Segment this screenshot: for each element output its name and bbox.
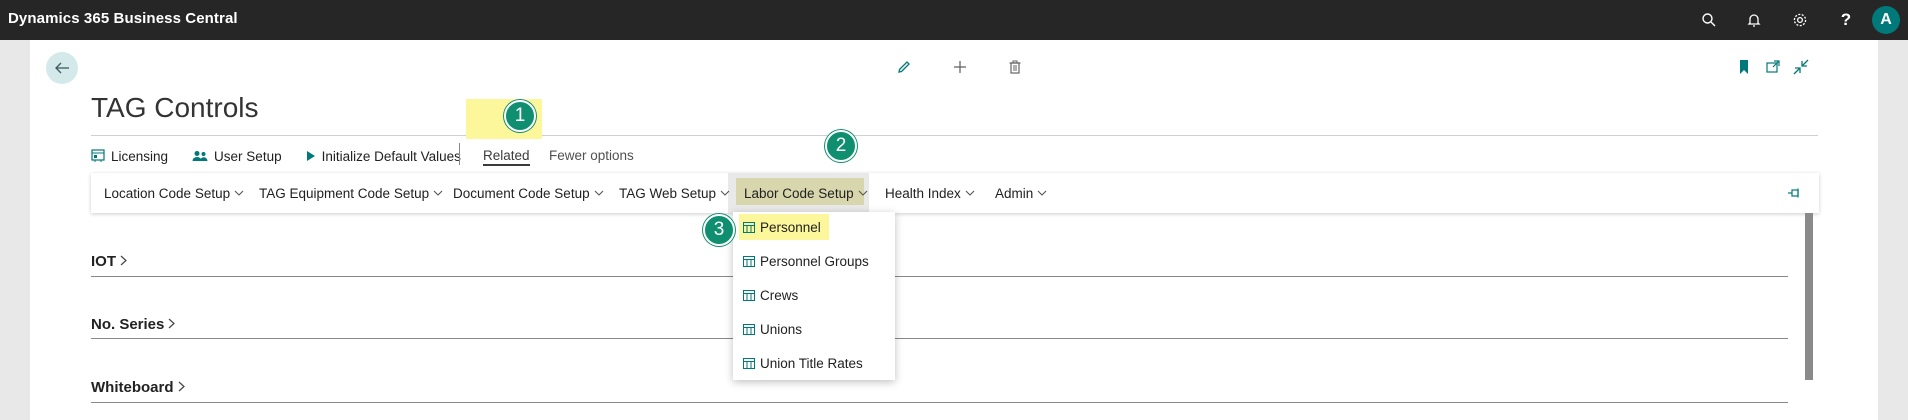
dropdown-item-personnel[interactable]: Personnel bbox=[739, 214, 829, 240]
pin-icon[interactable] bbox=[1787, 187, 1801, 202]
section-title: No. Series bbox=[91, 316, 165, 333]
app-top-bar: Dynamics 365 Business Central ? A bbox=[0, 0, 1908, 40]
back-button[interactable] bbox=[46, 52, 78, 84]
user-setup-label: User Setup bbox=[214, 148, 282, 164]
menu-health-index[interactable]: Health Index bbox=[885, 173, 975, 213]
edit-icon[interactable] bbox=[896, 59, 912, 80]
section-title: Whiteboard bbox=[91, 379, 174, 396]
dropdown-item-personnel-groups[interactable]: Personnel Groups bbox=[739, 248, 869, 274]
chevron-right-icon bbox=[168, 316, 176, 333]
table-icon bbox=[743, 289, 755, 301]
dropdown-item-label: Personnel Groups bbox=[760, 253, 869, 269]
menu-label: Admin bbox=[995, 185, 1034, 201]
dropdown-item-label: Unions bbox=[760, 321, 803, 337]
menu-document-code-setup[interactable]: Document Code Setup bbox=[453, 173, 604, 213]
menu-location-code-setup[interactable]: Location Code Setup bbox=[104, 173, 244, 213]
collapse-icon[interactable] bbox=[1793, 59, 1809, 80]
chevron-down-icon bbox=[858, 190, 868, 196]
users-icon bbox=[192, 150, 208, 162]
bookmark-icon[interactable] bbox=[1737, 59, 1751, 80]
scrollbar[interactable] bbox=[1805, 213, 1813, 380]
menu-label: TAG Web Setup bbox=[619, 185, 717, 201]
open-new-window-icon[interactable] bbox=[1765, 59, 1781, 80]
menu-tag-web-setup[interactable]: TAG Web Setup bbox=[619, 173, 730, 213]
step-badge-2: 2 bbox=[825, 130, 857, 162]
table-icon bbox=[743, 221, 755, 233]
menu-label: TAG Equipment Code Setup bbox=[259, 185, 430, 201]
chevron-down-icon bbox=[594, 190, 604, 196]
section-title: IOT bbox=[91, 253, 116, 270]
divider bbox=[91, 338, 1788, 339]
section-no-series[interactable]: No. Series bbox=[91, 316, 176, 333]
related-tab[interactable]: Related bbox=[483, 148, 530, 166]
app-title[interactable]: Dynamics 365 Business Central bbox=[8, 10, 238, 27]
chevron-down-icon bbox=[234, 190, 244, 196]
dropdown-item-unions[interactable]: Unions bbox=[739, 316, 802, 342]
dropdown-item-label: Personnel bbox=[760, 219, 821, 235]
dropdown-item-union-title-rates[interactable]: Union Title Rates bbox=[739, 350, 863, 376]
menu-label: Health Index bbox=[885, 185, 961, 201]
chevron-down-icon bbox=[965, 190, 975, 196]
chevron-down-icon bbox=[433, 190, 443, 196]
user-setup-action[interactable]: User Setup bbox=[192, 149, 282, 164]
divider bbox=[91, 135, 1818, 136]
divider bbox=[91, 276, 1788, 277]
dropdown-item-label: Crews bbox=[760, 287, 799, 303]
step-badge-1: 1 bbox=[504, 100, 536, 132]
initialize-action[interactable]: Initialize Default Values bbox=[306, 149, 461, 164]
menu-admin[interactable]: Admin bbox=[995, 173, 1047, 213]
new-icon[interactable] bbox=[952, 59, 968, 80]
chevron-right-icon bbox=[120, 253, 127, 270]
step-badge-3: 3 bbox=[703, 214, 735, 246]
section-whiteboard[interactable]: Whiteboard bbox=[91, 379, 185, 396]
section-iot[interactable]: IOT bbox=[91, 253, 127, 270]
menu-tag-equipment-code-setup[interactable]: TAG Equipment Code Setup bbox=[259, 173, 443, 213]
play-icon bbox=[306, 150, 316, 162]
menu-labor-code-setup[interactable]: Labor Code Setup bbox=[744, 173, 868, 213]
chevron-down-icon bbox=[720, 190, 730, 196]
licensing-action[interactable]: Licensing bbox=[91, 149, 168, 164]
table-icon bbox=[743, 323, 755, 335]
related-menu-bar: Location Code Setup TAG Equipment Code S… bbox=[91, 173, 1819, 213]
divider bbox=[91, 402, 1788, 403]
search-icon[interactable] bbox=[1699, 10, 1719, 30]
menu-label: Document Code Setup bbox=[453, 185, 590, 201]
avatar[interactable]: A bbox=[1872, 6, 1900, 34]
dropdown-item-label: Union Title Rates bbox=[760, 355, 863, 371]
action-bar: Licensing User Setup Initialize Default … bbox=[91, 146, 485, 166]
page-title: TAG Controls bbox=[91, 92, 259, 123]
table-icon bbox=[743, 357, 755, 369]
menu-label: Labor Code Setup bbox=[744, 185, 854, 201]
labor-code-setup-dropdown: Personnel Personnel Groups Crews Unions … bbox=[733, 212, 895, 380]
chevron-down-icon bbox=[1037, 190, 1047, 196]
arrow-left-icon bbox=[55, 62, 69, 74]
initialize-label: Initialize Default Values bbox=[321, 148, 461, 164]
chevron-right-icon bbox=[178, 379, 185, 396]
help-icon[interactable]: ? bbox=[1836, 10, 1856, 30]
bell-icon[interactable] bbox=[1744, 10, 1764, 30]
licensing-icon bbox=[91, 149, 105, 163]
licensing-label: Licensing bbox=[111, 148, 169, 164]
page-card: TAG Controls bbox=[30, 40, 1878, 420]
fewer-options-link[interactable]: Fewer options bbox=[549, 148, 634, 163]
table-icon bbox=[743, 255, 755, 267]
gear-icon[interactable] bbox=[1790, 10, 1810, 30]
menu-label: Location Code Setup bbox=[104, 185, 231, 201]
delete-icon[interactable] bbox=[1007, 59, 1023, 80]
dropdown-item-crews[interactable]: Crews bbox=[739, 282, 798, 308]
divider bbox=[459, 143, 460, 165]
